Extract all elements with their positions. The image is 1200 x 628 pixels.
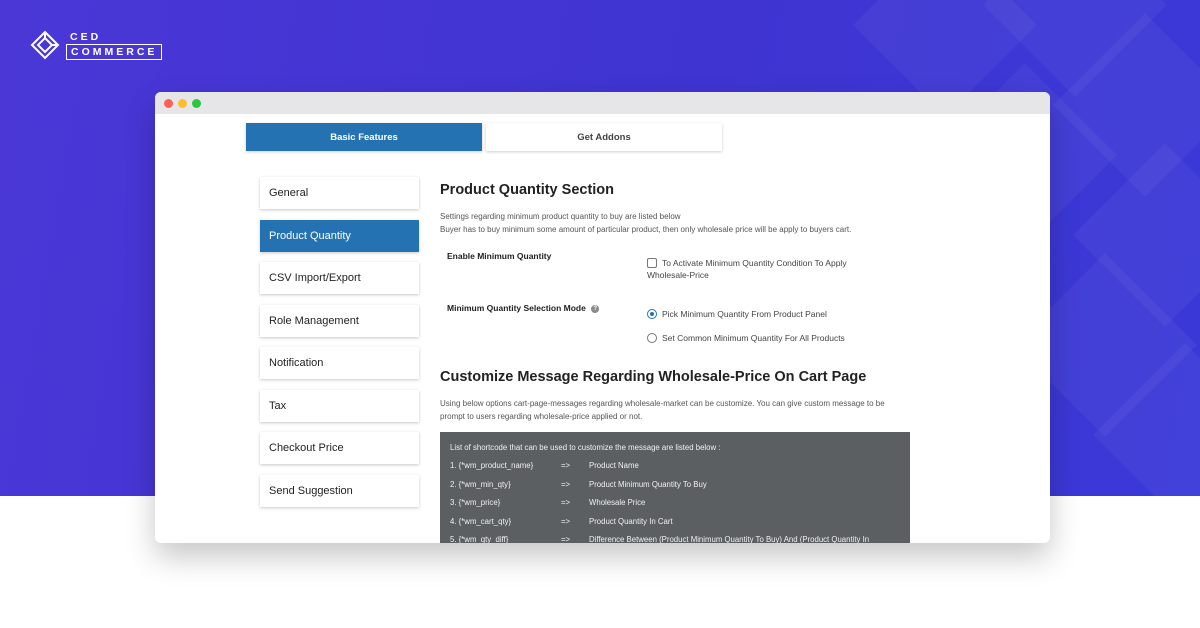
shortcode-row: 4. {*wm_cart_qty} => Product Quantity In… xyxy=(450,517,900,536)
shortcode-meaning: Difference Between (Product Minimum Quan… xyxy=(589,535,870,543)
settings-sidebar: General Product Quantity CSV Import/Expo… xyxy=(260,177,419,517)
shortcode-code: 5. {*wm_qty_diff} xyxy=(450,535,509,543)
sidebar-item-tax[interactable]: Tax xyxy=(260,389,419,422)
sidebar-item-general[interactable]: General xyxy=(260,177,419,209)
logo-text-bottom: COMMERCE xyxy=(66,44,163,60)
shortcode-meaning: Product Minimum Quantity To Buy xyxy=(589,479,707,489)
section-title-customize-message: Customize Message Regarding Wholesale-Pr… xyxy=(440,369,867,385)
mode-radio-product-panel[interactable] xyxy=(647,309,657,319)
mode-option-label-common-minimum: Set Common Minimum Quantity For All Prod… xyxy=(662,333,845,343)
enable-minimum-quantity-checkbox[interactable] xyxy=(647,258,657,268)
shortcode-arrow: => xyxy=(561,498,571,507)
logo-text-top: CED xyxy=(70,31,102,43)
selection-mode-label: Minimum Quantity Selection Mode xyxy=(447,303,586,313)
mode-option-product-panel[interactable]: Pick Minimum Quantity From Product Panel xyxy=(647,309,827,319)
shortcode-row: 2. {*wm_min_qty} => Product Minimum Quan… xyxy=(450,480,900,499)
shortcode-code: 1. {*wm_product_name} xyxy=(450,461,534,470)
shortcode-code: 2. {*wm_min_qty} xyxy=(450,479,511,489)
shortcode-intro: List of shortcode that can be used to cu… xyxy=(450,443,721,452)
tab-basic-features[interactable]: Basic Features xyxy=(246,123,482,151)
tab-get-addons[interactable]: Get Addons xyxy=(486,123,722,151)
section-title-product-quantity: Product Quantity Section xyxy=(440,182,615,198)
close-window-dot[interactable] xyxy=(164,98,173,108)
customize-description-line-2: prompt to users regarding wholesale-pric… xyxy=(440,412,643,421)
shortcode-row: 1. {*wm_product_name} => Product Name xyxy=(450,461,900,480)
shortcode-row: 5. {*wm_qty_diff} => Difference Between … xyxy=(450,535,900,543)
shortcode-arrow: => xyxy=(561,535,571,543)
enable-option-text-line-2: Wholesale-Price xyxy=(647,270,709,280)
shortcode-meaning: Product Name xyxy=(589,461,639,470)
brand-logo: CED COMMERCE xyxy=(30,30,163,60)
shortcode-row: 3. {*wm_price} => Wholesale Price xyxy=(450,498,900,517)
question-help-icon[interactable]: ? xyxy=(591,304,600,313)
shortcode-code: 4. {*wm_cart_qty} xyxy=(450,516,512,526)
shortcode-arrow: => xyxy=(561,516,571,526)
mode-option-label-product-panel: Pick Minimum Quantity From Product Panel xyxy=(662,309,827,319)
enable-minimum-quantity-option[interactable]: To Activate Minimum Quantity Condition T… xyxy=(647,257,887,269)
cedcommerce-diamond-icon xyxy=(30,30,60,60)
maximize-window-dot[interactable] xyxy=(192,98,201,108)
customize-description-line-1: Using below options cart-page-messages r… xyxy=(440,399,885,408)
mode-option-common-minimum[interactable]: Set Common Minimum Quantity For All Prod… xyxy=(647,333,845,343)
shortcode-meaning: Product Quantity In Cart xyxy=(589,516,673,526)
window-titlebar xyxy=(155,92,1050,114)
minimize-window-dot[interactable] xyxy=(178,98,187,108)
shortcode-arrow: => xyxy=(561,461,571,470)
selection-mode-label-wrap: Minimum Quantity Selection Mode ? xyxy=(447,303,600,313)
sidebar-item-csv-import-export[interactable]: CSV Import/Export xyxy=(260,262,419,294)
enable-option-text-line-1: To Activate Minimum Quantity Condition T… xyxy=(662,258,847,268)
shortcode-meaning: Wholesale Price xyxy=(589,498,646,507)
section-description-line-1: Settings regarding minimum product quant… xyxy=(440,212,681,221)
enable-option-text-line-2-wrap: Wholesale-Price xyxy=(647,270,709,280)
sidebar-item-notification[interactable]: Notification xyxy=(260,347,419,379)
shortcode-code: 3. {*wm_price} xyxy=(450,498,501,507)
sidebar-item-role-management[interactable]: Role Management xyxy=(260,304,419,337)
mode-radio-common-minimum[interactable] xyxy=(647,333,657,343)
sidebar-item-send-suggestion[interactable]: Send Suggestion xyxy=(260,474,419,507)
sidebar-item-product-quantity[interactable]: Product Quantity xyxy=(260,219,419,252)
sidebar-item-checkout-price[interactable]: Checkout Price xyxy=(260,432,419,464)
section-description-line-2: Buyer has to buy minimum some amount of … xyxy=(440,225,852,234)
shortcode-list-panel: List of shortcode that can be used to cu… xyxy=(440,432,910,543)
browser-window: Basic Features Get Addons General Produc… xyxy=(155,92,1050,543)
feature-tabs: Basic Features Get Addons xyxy=(246,123,722,151)
enable-minimum-quantity-label: Enable Minimum Quantity xyxy=(447,251,552,261)
shortcode-arrow: => xyxy=(561,479,571,489)
